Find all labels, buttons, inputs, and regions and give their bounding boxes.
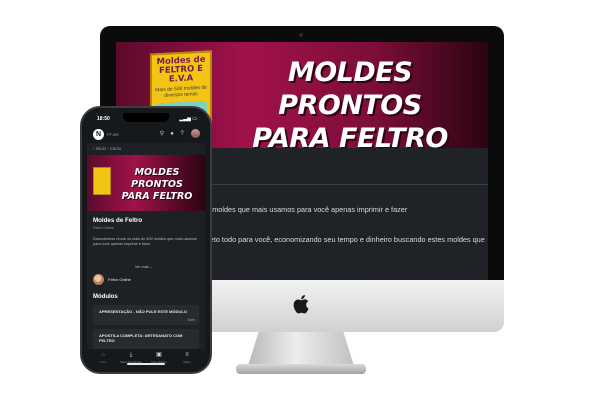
see-more-link[interactable]: Ver mais ⌄ <box>135 265 153 269</box>
home-icon: ⌂ <box>101 352 105 358</box>
course-title: Moldes de Feltro <box>93 217 143 224</box>
nav-home[interactable]: ⌂ Início <box>91 352 115 364</box>
notification-icon[interactable]: ● <box>168 130 176 138</box>
phone-banner-title-line2: PARA FELTRO <box>121 191 193 202</box>
camera-dot <box>299 33 303 37</box>
phone-course-banner: MOLDES PRONTOS PARA FELTRO <box>87 155 205 211</box>
phone-banner-title-line1: MOLDES PRONTOS <box>131 167 183 190</box>
banner-title: MOLDES PRONTOS PARA FELTRO <box>224 56 476 148</box>
author-row: Feltro Online <box>93 274 199 288</box>
app-header: N PT-BR ⚲ ● ? <box>87 125 205 143</box>
status-bar: 18:50 ▂▃▅ ▭ <box>87 113 205 125</box>
breadcrumb: ‹ Início › Curso <box>93 146 121 151</box>
nav-label: Início <box>99 360 107 364</box>
module-title: APRESENTAÇÃO - NÃO PULE ESTE MÓDULO <box>99 309 187 314</box>
menu-icon: ≡ <box>185 352 189 358</box>
download-icon: ⤓ <box>129 352 133 358</box>
banner-title-line2: PARA FELTRO <box>252 123 448 148</box>
bottom-navigation: ⌂ Início ⤓ Meus Downloads ▣ Itens Salvos… <box>87 349 205 367</box>
iphone-device: 18:50 ▂▃▅ ▭ N PT-BR ⚲ ● ? ‹ Início › Cur… <box>80 106 212 374</box>
module-card[interactable]: APRESENTAÇÃO - NÃO PULE ESTE MÓDULO Abri… <box>93 305 199 325</box>
home-indicator <box>127 363 165 365</box>
status-time: 18:50 <box>97 116 110 122</box>
mockup-stage: Moldes de FELTRO E E.V.A Mais de 500 mol… <box>0 0 600 410</box>
nav-label: Menu <box>183 360 191 364</box>
search-icon[interactable]: ⚲ <box>158 130 166 138</box>
user-avatar[interactable] <box>191 129 200 138</box>
module-title: APOSTILA COMPLETA: ARTESANATO COM FELTRO <box>99 333 183 343</box>
signal-battery-icon: ▂▃▅ ▭ <box>179 116 197 122</box>
product-box-image <box>93 167 111 195</box>
imac-stand-neck <box>248 332 354 366</box>
course-description: Descobrimos reunir os mais de 500 moldes… <box>93 237 197 246</box>
banner-title-line1: MOLDES PRONTOS <box>278 57 422 121</box>
product-box-title: Moldes de FELTRO E E.V.A <box>156 54 206 85</box>
author-name: Feltro Online <box>108 277 131 282</box>
course-description-line: mpleto todo para você, economizando seu … <box>198 235 485 244</box>
help-icon[interactable]: ? <box>178 130 186 138</box>
module-card[interactable]: APOSTILA COMPLETA: ARTESANATO COM FELTRO <box>93 329 199 349</box>
course-subtitle: Feltro Online <box>93 226 114 230</box>
breadcrumb-home[interactable]: Início <box>96 146 106 151</box>
chevron-down-icon: ⌄ <box>149 265 153 269</box>
imac-stand-foot <box>236 364 366 374</box>
phone-screen: 18:50 ▂▃▅ ▭ N PT-BR ⚲ ● ? ‹ Início › Cur… <box>87 113 205 367</box>
back-arrow-icon[interactable]: ‹ <box>93 146 94 151</box>
breadcrumb-current: Curso <box>109 146 122 151</box>
nav-menu[interactable]: ≡ Menu <box>175 352 199 364</box>
see-more-label: Ver mais <box>135 265 149 269</box>
phone-banner-title: MOLDES PRONTOS PARA FELTRO <box>111 167 203 203</box>
phone-notch <box>123 113 169 122</box>
module-open-button[interactable]: Abrir <box>188 318 195 322</box>
product-box-subtitle: Mais de 500 moldes de diversos temas <box>155 84 207 99</box>
bookmark-icon: ▣ <box>156 352 162 358</box>
breadcrumb-separator-icon: › <box>107 146 109 151</box>
app-logo-icon[interactable]: N <box>93 129 104 140</box>
modules-heading: Módulos <box>93 294 118 300</box>
apple-logo-icon <box>293 295 309 314</box>
course-description-line: 500 moldes que mais usamos para você ape… <box>198 205 408 214</box>
author-avatar <box>93 274 104 285</box>
language-selector[interactable]: PT-BR <box>107 132 119 137</box>
